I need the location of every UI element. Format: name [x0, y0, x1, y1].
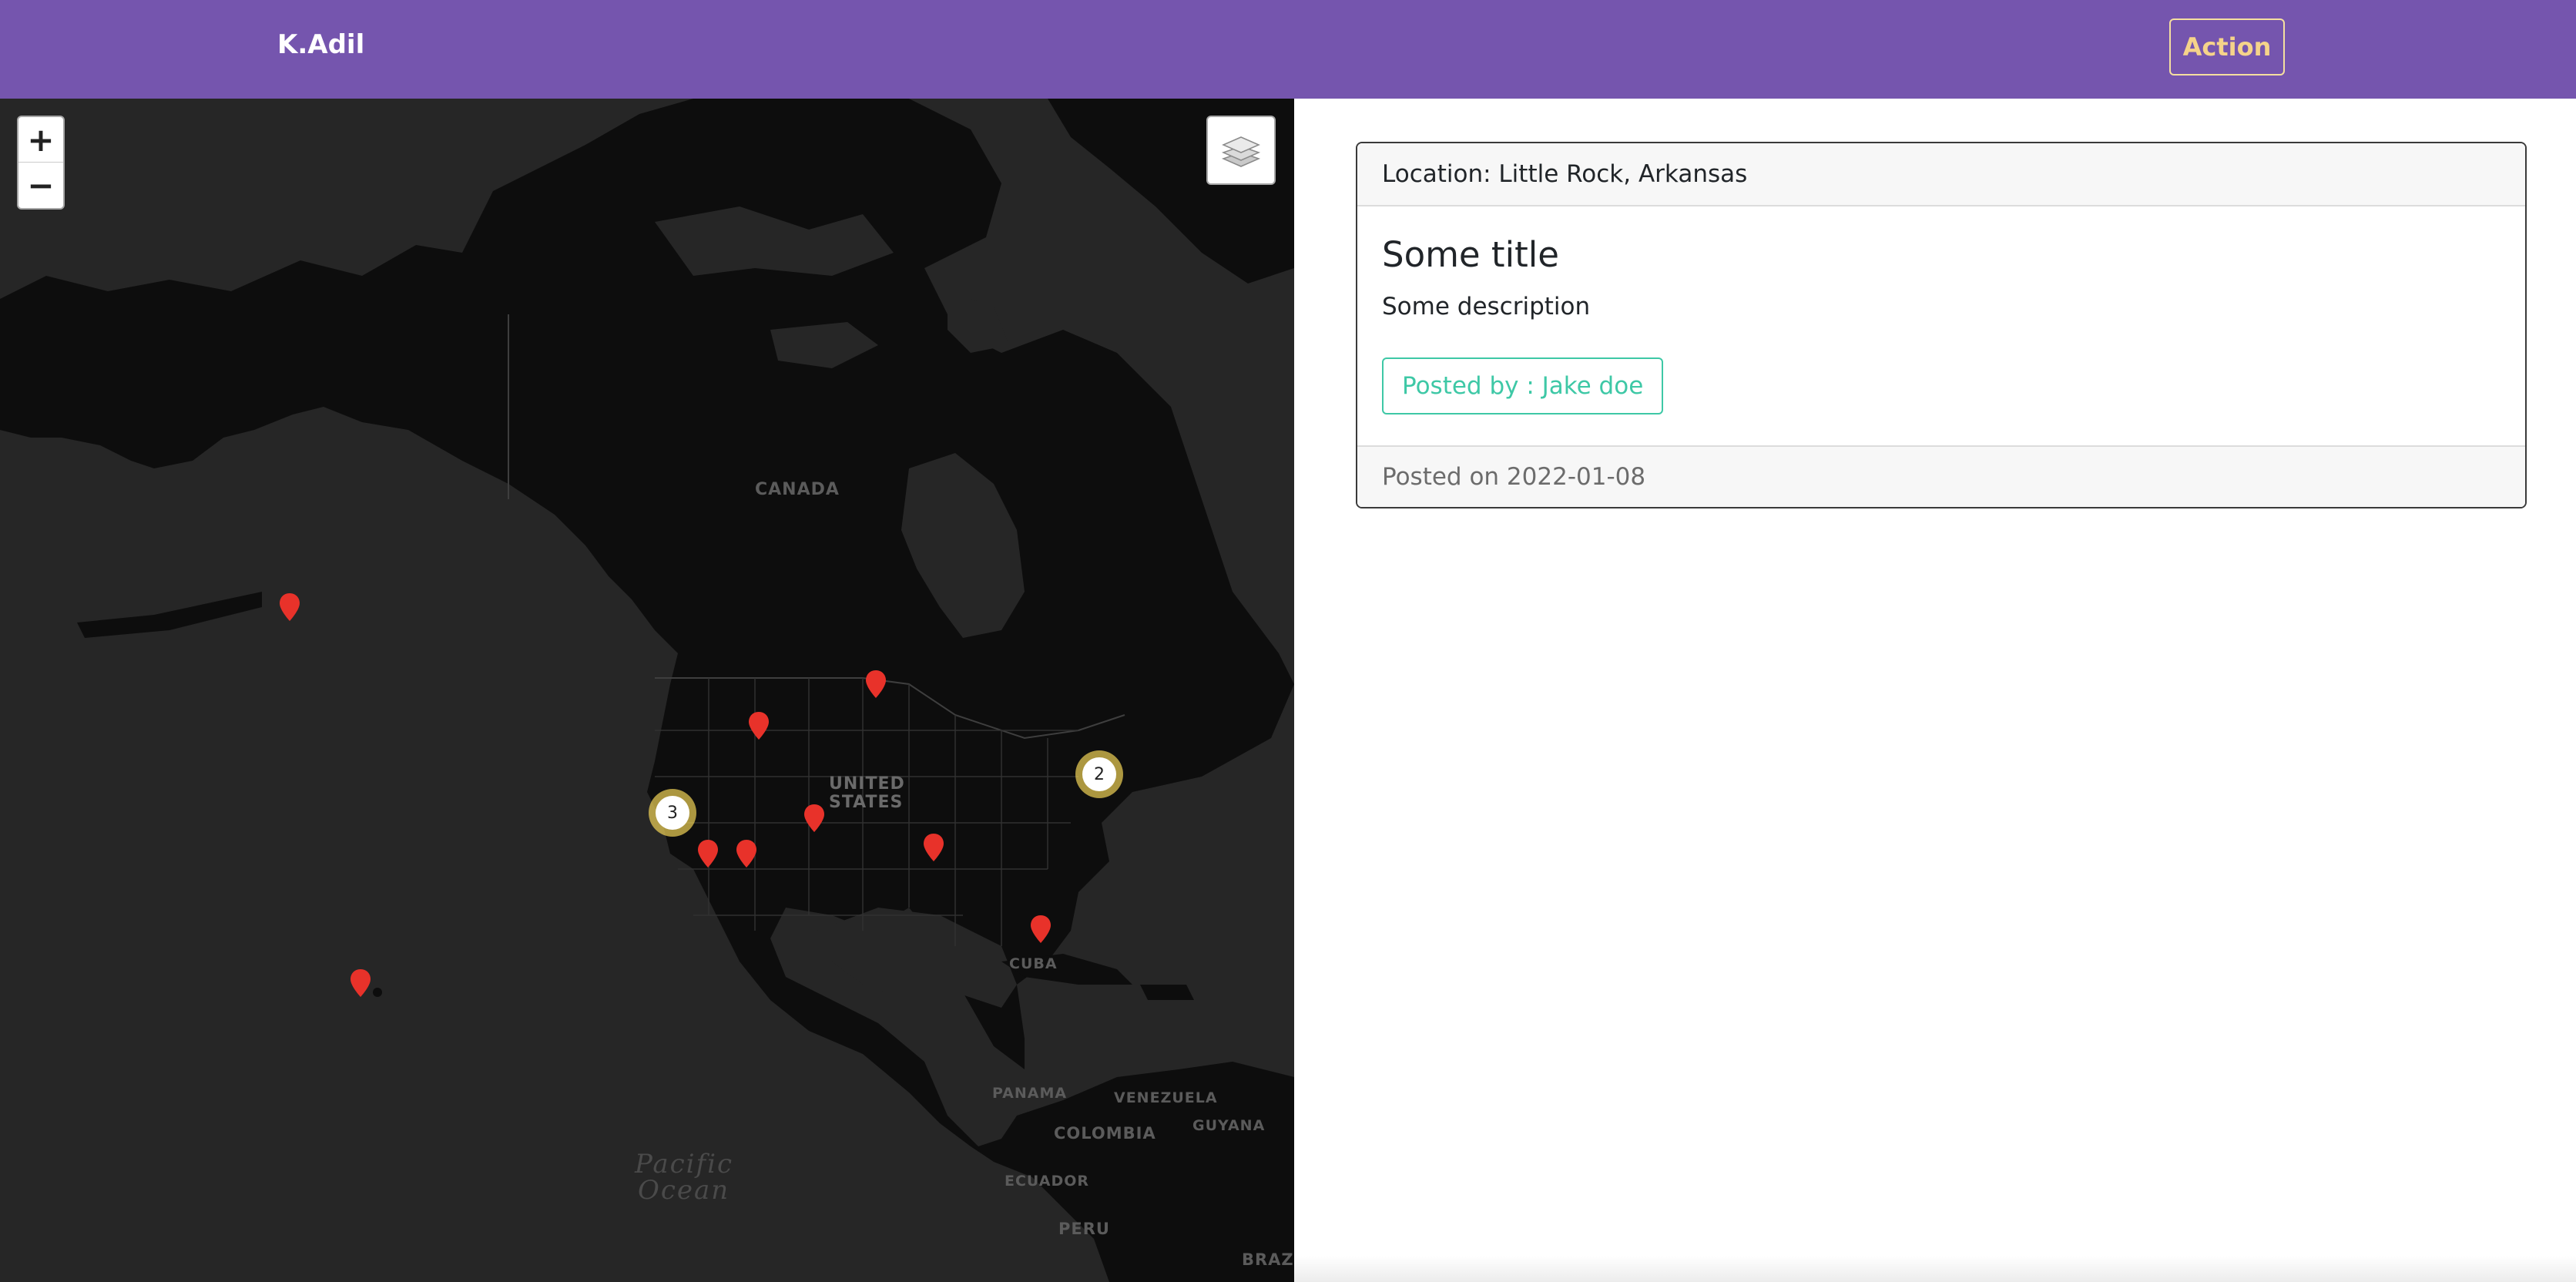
label-canada: CANADA	[755, 480, 840, 499]
map-base-tiles	[0, 99, 1294, 1282]
label-peru: PERU	[1058, 1220, 1110, 1238]
brand-logo[interactable]: K.Adil	[277, 29, 364, 60]
label-colombia: COLOMBIA	[1054, 1124, 1156, 1143]
map-marker[interactable]	[804, 804, 824, 832]
zoom-control: + −	[17, 116, 65, 210]
action-button[interactable]: Action	[2169, 18, 2285, 76]
card-description: Some description	[1382, 293, 1591, 320]
layers-icon	[1221, 136, 1261, 167]
marker-cluster[interactable]: 2	[1075, 750, 1123, 798]
post-card: Location: Little Rock, Arkansas Some tit…	[1356, 142, 2527, 508]
navbar: K.Adil Action	[0, 0, 2576, 99]
zoom-out-button[interactable]: −	[18, 163, 63, 208]
map-marker[interactable]	[736, 840, 756, 868]
card-posted-date: Posted on 2022-01-08	[1357, 445, 2525, 507]
map-marker[interactable]	[924, 834, 944, 861]
posted-by-button[interactable]: Posted by : Jake doe	[1382, 357, 1664, 414]
map-marker[interactable]	[866, 670, 886, 698]
label-guyana: GUYANA	[1192, 1117, 1266, 1134]
card-title: Some title	[1382, 234, 1559, 275]
label-united-states-1: UNITED	[829, 774, 905, 794]
map-marker[interactable]	[1031, 915, 1051, 943]
label-pacific-2: Ocean	[638, 1175, 730, 1206]
label-united-states-2: STATES	[829, 793, 904, 812]
zoom-in-button[interactable]: +	[18, 117, 63, 163]
cluster-count: 2	[1082, 757, 1116, 791]
card-location-header: Location: Little Rock, Arkansas	[1357, 143, 2525, 206]
cluster-count: 3	[656, 796, 689, 830]
map[interactable]: CANADA UNITED STATES CUBA PANAMA VENEZUE…	[0, 99, 1294, 1282]
label-cuba: CUBA	[1009, 955, 1058, 972]
label-venezuela: VENEZUELA	[1114, 1089, 1218, 1106]
label-ecuador: ECUADOR	[1005, 1173, 1090, 1190]
map-marker[interactable]	[749, 712, 769, 740]
label-brazil: BRAZ	[1242, 1250, 1294, 1269]
map-marker[interactable]	[351, 969, 371, 997]
map-marker[interactable]	[698, 840, 718, 868]
layers-control-button[interactable]	[1206, 116, 1276, 185]
card-body: Some title Some description Posted by : …	[1357, 206, 2525, 445]
marker-cluster[interactable]: 3	[649, 789, 696, 837]
page-bottom-edge	[1294, 1256, 2576, 1282]
label-panama: PANAMA	[992, 1085, 1068, 1102]
map-marker[interactable]	[280, 593, 300, 621]
